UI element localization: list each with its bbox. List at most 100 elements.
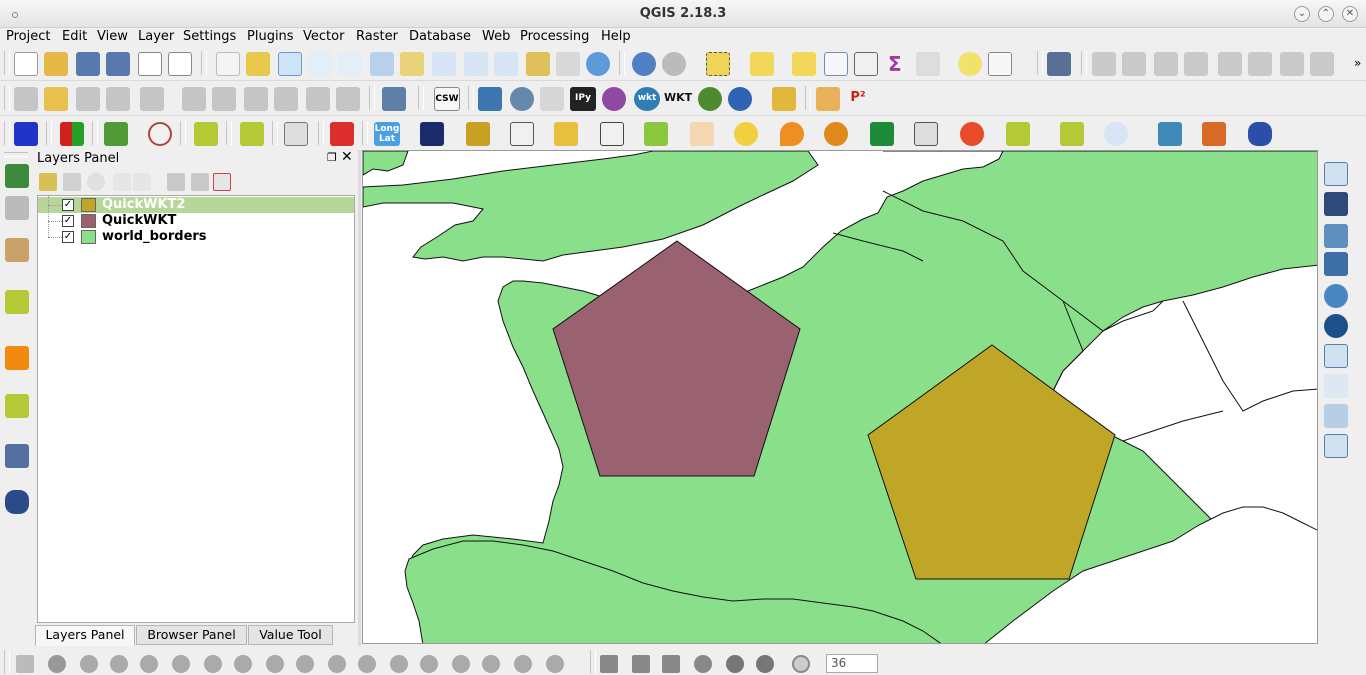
remove-layer-icon[interactable] [213,173,231,191]
add-postgis-icon[interactable] [1324,252,1348,276]
deselect-icon[interactable] [792,52,816,76]
toolbar-handle[interactable] [805,86,811,110]
quickwkt-icon[interactable]: wkt [634,87,660,111]
checker-icon[interactable] [1202,122,1226,146]
toolbar-handle[interactable] [468,86,474,110]
select-by-expression-icon[interactable] [750,52,774,76]
digitize-icon[interactable] [420,655,438,673]
digitize-icon[interactable] [234,655,252,673]
segments-spinbox[interactable]: 36 [826,654,878,673]
layer-visibility-checkbox[interactable]: ✓ [62,199,74,211]
globe-icon[interactable] [960,122,984,146]
menu-web[interactable]: Web [482,28,510,45]
digitize-icon[interactable] [1310,52,1334,76]
snapping-icon[interactable] [16,655,34,673]
layer-row[interactable]: ✓ QuickWKT2 [38,197,354,213]
digitize-icon[interactable] [204,655,222,673]
digitize-icon[interactable] [1154,52,1178,76]
toolbar-handle[interactable] [590,650,596,674]
toolbar-handle[interactable] [1081,51,1087,75]
map-canvas[interactable] [362,150,1318,644]
toolbar-handle[interactable] [619,51,625,75]
delete-selected-icon[interactable] [244,87,268,111]
digitize-icon[interactable] [1184,52,1208,76]
gear-icon[interactable] [824,122,848,146]
toolbar-handle[interactable] [46,121,52,145]
toolbar-handle[interactable] [418,86,424,110]
plugin-leaf-icon[interactable] [5,394,29,418]
p2-icon[interactable]: P² [846,87,870,111]
composer-manager-icon[interactable] [168,52,192,76]
toolbar-handle[interactable] [362,121,368,145]
toolbar-handle[interactable] [92,121,98,145]
attribute-table-icon[interactable] [824,52,848,76]
add-wcs-icon[interactable] [1324,314,1348,338]
layer-color-swatch[interactable] [81,230,96,244]
expand-all-icon[interactable] [167,173,185,191]
identify-icon[interactable] [632,52,656,76]
add-raster-icon[interactable] [5,196,29,220]
digitize-icon[interactable] [1218,52,1242,76]
toolbar-handle[interactable] [4,86,10,110]
advanced-digitize-icon[interactable] [48,655,66,673]
digitize-icon[interactable] [328,655,346,673]
pan-icon[interactable] [216,52,240,76]
ipython-icon[interactable]: IPy [570,87,596,111]
add-feature-icon[interactable] [106,87,130,111]
plugin-leaf-icon[interactable] [1060,122,1084,146]
calendar-icon[interactable] [330,122,354,146]
longlat-icon[interactable]: Long Lat [374,122,400,146]
menu-processing[interactable]: Processing [520,28,589,45]
current-edits-icon[interactable] [14,87,38,111]
add-raster-layer-icon[interactable] [1324,192,1348,216]
sound-wave-icon[interactable] [5,346,29,370]
toggle-editing-icon[interactable] [44,87,68,111]
star-burst-icon[interactable] [420,122,444,146]
sql-search-icon[interactable] [510,122,534,146]
menu-database[interactable]: Database [409,28,471,45]
digitize-icon[interactable] [1280,52,1304,76]
layer-visibility-checkbox[interactable]: ✓ [62,215,74,227]
toolbar-overflow-icon[interactable]: » [1354,56,1361,70]
zoom-to-layer-icon[interactable] [432,52,456,76]
csw-icon[interactable]: CSW [434,87,460,111]
save-project-icon[interactable] [76,52,100,76]
float-panel-icon[interactable]: ❐ [327,151,337,164]
digitize-icon[interactable] [452,655,470,673]
menu-edit[interactable]: Edit [62,28,87,45]
toolbar-handle[interactable] [4,152,28,157]
bug-icon[interactable] [698,87,722,111]
cut-features-icon[interactable] [274,87,298,111]
digitize-icon[interactable] [172,655,190,673]
select-features-icon[interactable] [706,52,730,76]
new-project-icon[interactable] [14,52,38,76]
zoom-full-icon[interactable] [370,52,394,76]
digitize-icon[interactable] [514,655,532,673]
toolbar-handle[interactable] [4,51,10,75]
close-button[interactable]: ✕ [1342,6,1358,22]
shape-square-icon[interactable] [632,655,650,673]
menu-layer[interactable]: Layer [138,28,174,45]
notepad-icon[interactable] [816,87,840,111]
mouse-icon[interactable] [5,490,29,514]
zoom-to-selection-icon[interactable] [400,52,424,76]
zoom-out-icon[interactable] [308,52,332,76]
save-as-icon[interactable] [106,52,130,76]
elephant-icon[interactable] [1248,122,1272,146]
statistics-sigma-icon[interactable]: Σ [884,52,908,76]
map-icon[interactable] [5,238,29,262]
undo-icon[interactable] [728,87,752,111]
new-bookmark-icon[interactable] [556,52,580,76]
toolbar-handle[interactable] [1037,51,1043,75]
copy-features-icon[interactable] [306,87,330,111]
plugin-grid-icon[interactable] [14,122,38,146]
maximize-button[interactable]: ⌃ [1318,6,1334,22]
save-edits-icon[interactable] [76,87,100,111]
layer-color-swatch[interactable] [81,198,96,212]
zoom-search-icon[interactable] [1104,122,1128,146]
layer-row[interactable]: ✓ QuickWKT [38,213,354,229]
zoom-native-icon[interactable] [338,52,362,76]
refresh-icon[interactable] [586,52,610,76]
menu-settings[interactable]: Settings [183,28,236,45]
node-tool-icon[interactable] [140,87,164,111]
